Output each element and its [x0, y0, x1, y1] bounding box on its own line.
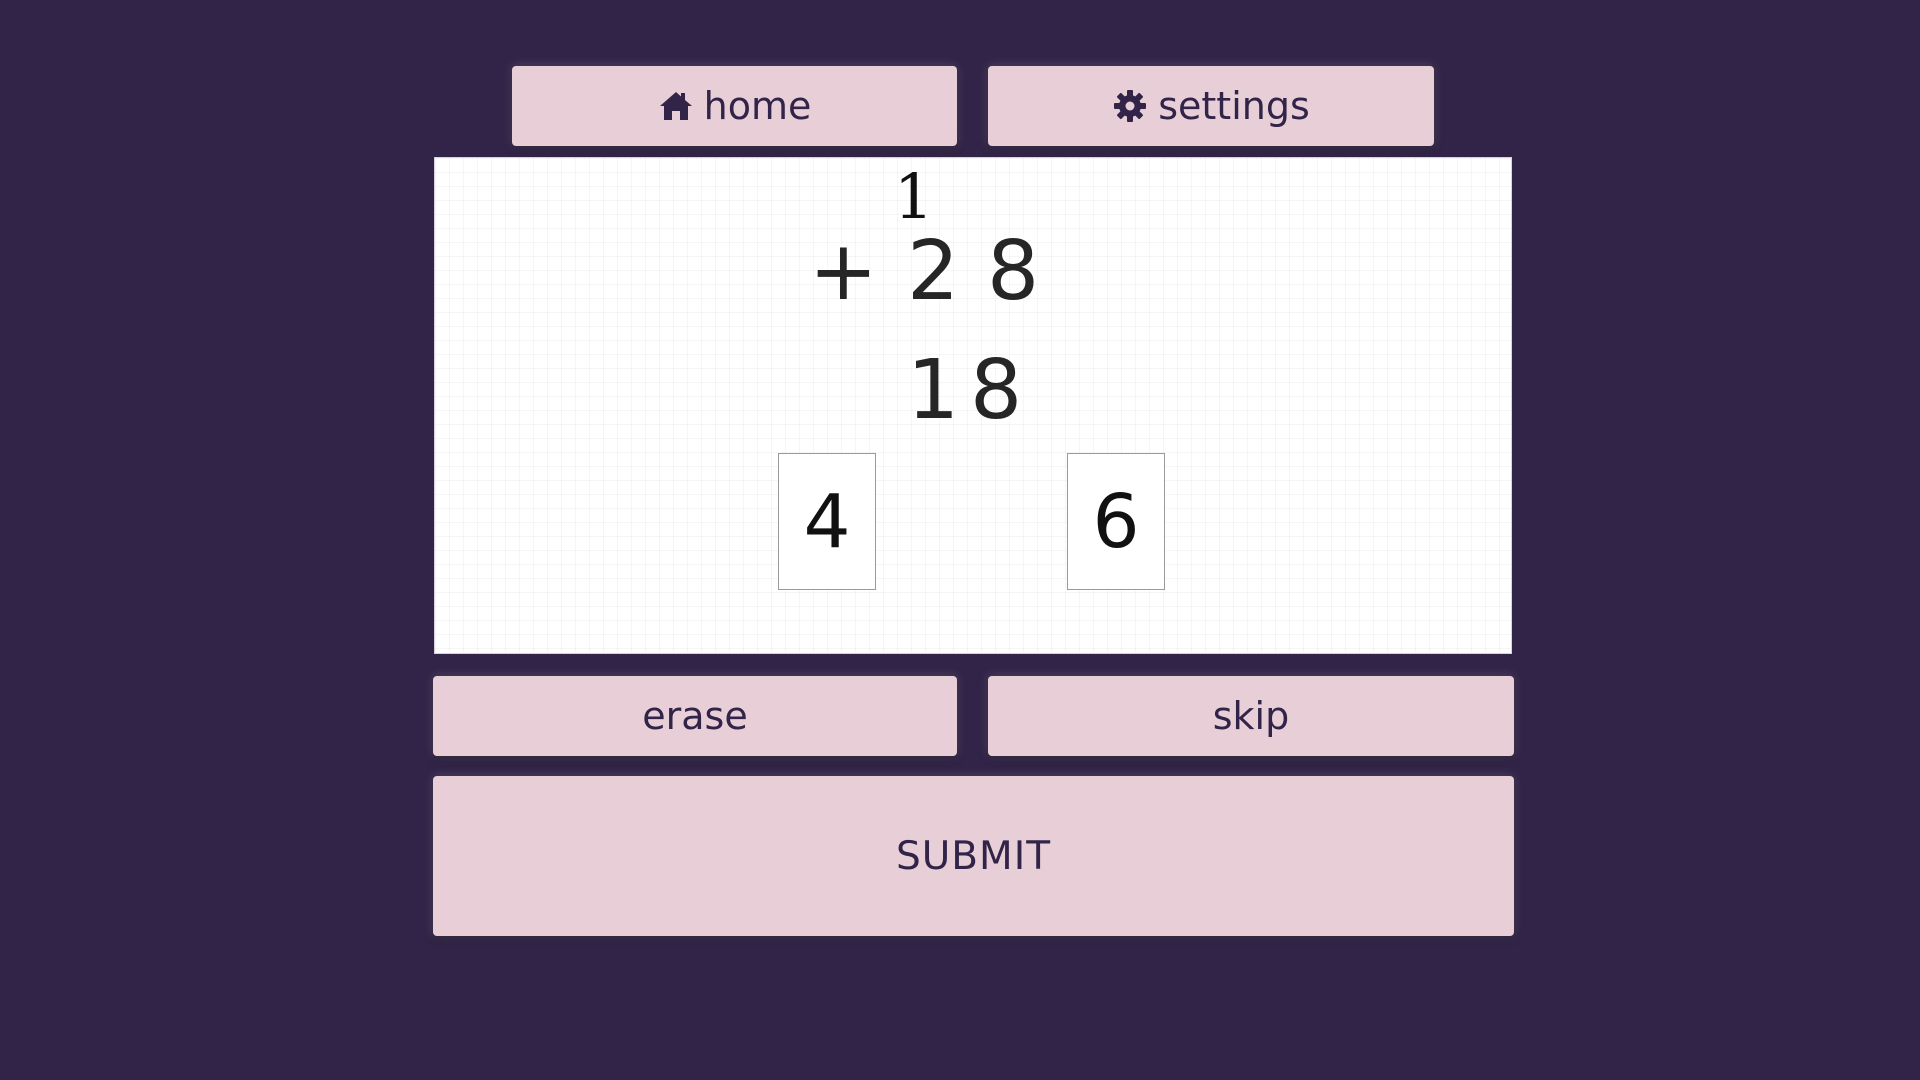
gear-icon — [1112, 88, 1148, 124]
drawing-canvas[interactable]: 1 + 2 8 1 8 4 6 — [434, 157, 1512, 654]
bottom-ones-digit: 8 — [970, 343, 1023, 438]
answer-tile[interactable]: 4 — [778, 453, 876, 590]
skip-button[interactable]: skip — [988, 676, 1514, 756]
answer-tile[interactable]: 6 — [1067, 453, 1165, 590]
home-button[interactable]: home — [512, 66, 957, 146]
home-label: home — [703, 84, 812, 128]
bottom-tens-digit: 1 — [907, 343, 960, 438]
carry-digit: 1 — [894, 160, 934, 233]
settings-label: settings — [1158, 84, 1310, 128]
settings-button[interactable]: settings — [988, 66, 1434, 146]
erase-button[interactable]: erase — [433, 676, 957, 756]
top-tens-digit: 2 — [907, 224, 960, 319]
top-ones-digit: 8 — [987, 224, 1040, 319]
submit-button[interactable]: SUBMIT — [433, 776, 1514, 936]
plus-operator: + — [809, 224, 878, 319]
home-icon — [658, 90, 694, 122]
